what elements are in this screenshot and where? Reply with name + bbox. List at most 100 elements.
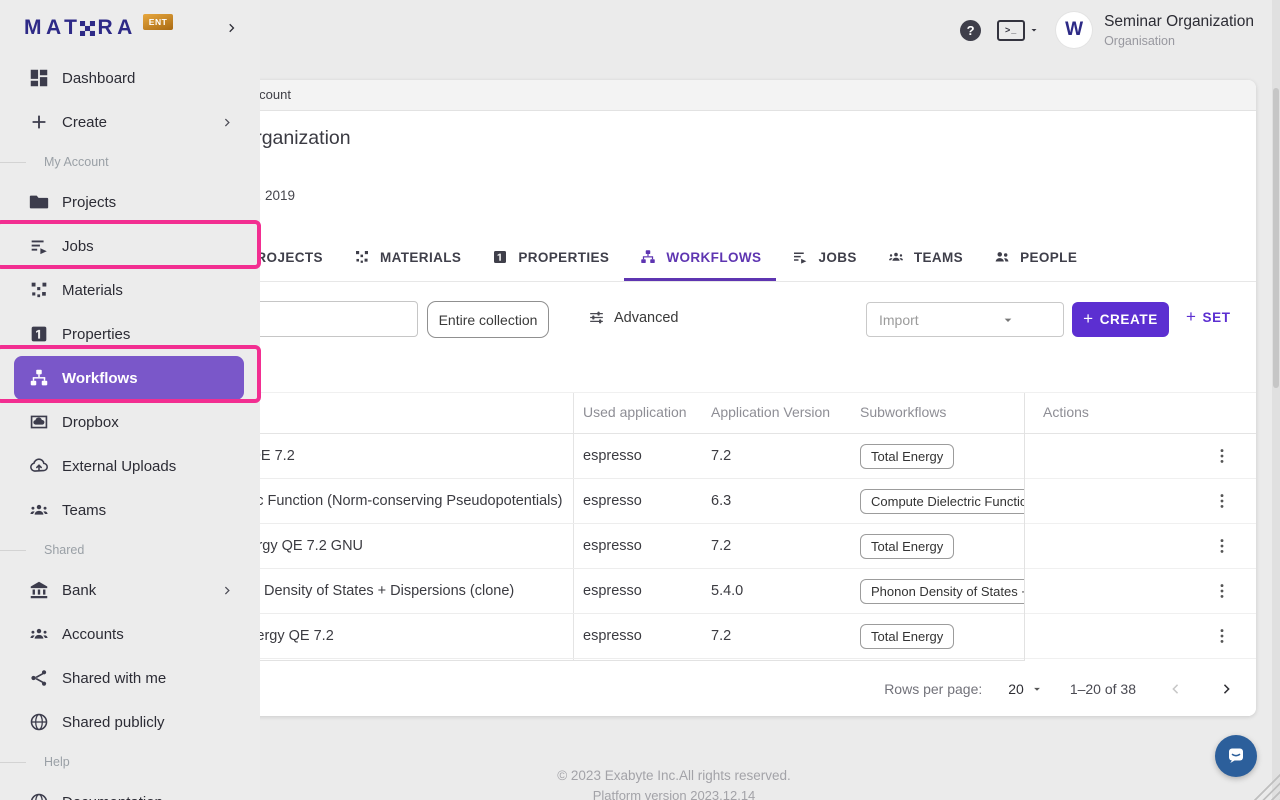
sidebar-item-bank[interactable]: Bank — [0, 568, 260, 612]
resize-grip-icon — [1250, 770, 1280, 800]
rows-per-page-select[interactable]: 20 — [1008, 681, 1044, 697]
import-select[interactable]: Import — [866, 302, 1064, 337]
dropbox-icon — [28, 411, 50, 433]
bank-icon — [28, 579, 50, 601]
properties-icon — [491, 248, 509, 266]
sidebar-item-create[interactable]: Create — [0, 100, 260, 144]
sidebar-item-workflows[interactable]: Workflows — [14, 356, 244, 400]
console-menu-button[interactable]: >_ — [997, 20, 1040, 41]
group-icon — [887, 248, 905, 266]
tab-people[interactable]: PEOPLE — [978, 233, 1092, 281]
share-icon — [28, 667, 50, 689]
sidebar-item-dropbox[interactable]: Dropbox — [0, 400, 260, 444]
page-scrollbar[interactable] — [1272, 0, 1280, 800]
workflows-table: Used application Application Version Sub… — [150, 392, 1256, 661]
sidebar-item-jobs[interactable]: Jobs — [0, 224, 260, 268]
previous-page-button[interactable] — [1162, 676, 1188, 702]
tab-teams[interactable]: TEAMS — [872, 233, 978, 281]
org-switcher[interactable]: W Seminar Organization Organisation — [1056, 12, 1254, 48]
application-version: 6.3 — [711, 493, 731, 509]
copyright-text: © 2023 Exabyte Inc.All rights reserved. — [374, 768, 974, 783]
tab-workflows[interactable]: WORKFLOWS — [624, 233, 776, 281]
sidebar-item-label: Accounts — [62, 626, 124, 643]
sidebar-item-teams[interactable]: Teams — [0, 488, 260, 532]
avatar: W — [1056, 12, 1092, 48]
tab-label: MATERIALS — [380, 250, 461, 265]
subworkflow-chip[interactable]: Total Energy — [860, 624, 954, 649]
subworkflow-chip[interactable]: Compute Dielectric Function — [860, 489, 1045, 514]
chevron-icon — [216, 583, 238, 598]
sidebar-item-materials[interactable]: Materials — [0, 268, 260, 312]
tab-properties[interactable]: PROPERTIES — [476, 233, 624, 281]
chevron-icon — [216, 115, 238, 130]
row-actions-button[interactable] — [1212, 581, 1232, 601]
tab-label: JOBS — [818, 250, 856, 265]
subworkflow-chip[interactable]: Total Energy — [860, 444, 954, 469]
tab-label: PEOPLE — [1020, 250, 1077, 265]
sidebar-item-label: Workflows — [62, 370, 138, 387]
sidebar-item-label: Dashboard — [62, 70, 135, 87]
used-application: espresso — [583, 628, 642, 644]
globe-icon — [28, 791, 50, 800]
org-name: Seminar Organization — [1104, 13, 1254, 31]
chat-launcher-button[interactable] — [1215, 735, 1257, 777]
tab-materials[interactable]: MATERIALS — [338, 233, 476, 281]
people-icon — [993, 248, 1011, 266]
plus-icon: + — [1083, 309, 1094, 329]
entire-collection-button[interactable]: Entire collection — [427, 301, 549, 338]
sidebar-item-shared-publicly[interactable]: Shared publicly — [0, 700, 260, 744]
column-used-application: Used application — [583, 404, 687, 420]
jobs-icon — [791, 248, 809, 266]
sidebar-item-label: Jobs — [62, 238, 94, 255]
app-root: ? >_ W Seminar Organization Organisation… — [0, 0, 1280, 800]
set-button[interactable]: + SET — [1180, 307, 1237, 328]
tune-icon — [587, 308, 606, 327]
workflows-icon — [639, 248, 657, 266]
advanced-filter-button[interactable]: Advanced — [587, 308, 679, 327]
used-application: espresso — [583, 493, 642, 509]
application-version: 7.2 — [711, 448, 731, 464]
pagination-bar: Rows per page: 20 1–20 of 38 — [150, 660, 1256, 716]
row-actions-button[interactable] — [1212, 536, 1232, 556]
sidebar-item-dashboard[interactable]: Dashboard — [0, 56, 260, 100]
toolbar: Entire collection Advanced Import — [150, 301, 1256, 341]
create-button[interactable]: + CREATE — [1072, 302, 1169, 337]
import-placeholder: Import — [879, 312, 965, 328]
advanced-label: Advanced — [614, 310, 679, 326]
properties-icon — [28, 323, 50, 345]
row-actions-button[interactable] — [1212, 446, 1232, 466]
sidebar-item-label: Shared with me — [62, 670, 166, 687]
sidebar-item-external-uploads[interactable]: External Uploads — [0, 444, 260, 488]
sidebar-item-label: External Uploads — [62, 458, 176, 475]
sidebar-item-label: Materials — [62, 282, 123, 299]
sidebar-collapse-button[interactable] — [224, 20, 240, 36]
footer: © 2023 Exabyte Inc.All rights reserved. … — [374, 768, 974, 800]
sidebar-item-properties[interactable]: Properties — [0, 312, 260, 356]
sidebar-item-shared-with-me[interactable]: Shared with me — [0, 656, 260, 700]
plus-icon — [28, 111, 50, 133]
sidebar-item-label: Dropbox — [62, 414, 119, 431]
subworkflow-chip[interactable]: Total Energy — [860, 534, 954, 559]
chat-bubble-icon — [1224, 744, 1248, 768]
org-type: Organisation — [1104, 34, 1254, 48]
help-button[interactable]: ? — [960, 20, 981, 41]
sidebar-item-accounts[interactable]: Accounts — [0, 612, 260, 656]
sidebar-item-projects[interactable]: Projects — [0, 180, 260, 224]
sidebar-item-documentation[interactable]: Documentation — [0, 780, 260, 800]
row-actions-button[interactable] — [1212, 626, 1232, 646]
sidebar-section-label: Shared — [0, 532, 260, 568]
materials-icon — [28, 279, 50, 301]
topbar: ? >_ W Seminar Organization Organisation — [960, 10, 1254, 50]
sidebar-item-label: Properties — [62, 326, 130, 343]
breadcrumb-bar: Account — [150, 80, 1256, 111]
enterprise-badge: ENT — [143, 14, 174, 30]
mat3ra-logo[interactable]: MAT RA ENT — [24, 16, 173, 40]
tab-jobs[interactable]: JOBS — [776, 233, 871, 281]
row-actions-button[interactable] — [1212, 491, 1232, 511]
next-page-button[interactable] — [1214, 676, 1240, 702]
platform-version: Platform version 2023.12.14 — [374, 788, 974, 800]
upload-icon — [28, 455, 50, 477]
used-application: espresso — [583, 583, 642, 599]
sidebar-item-label: Create — [62, 114, 107, 131]
sidebar-section-label: My Account — [0, 144, 260, 180]
